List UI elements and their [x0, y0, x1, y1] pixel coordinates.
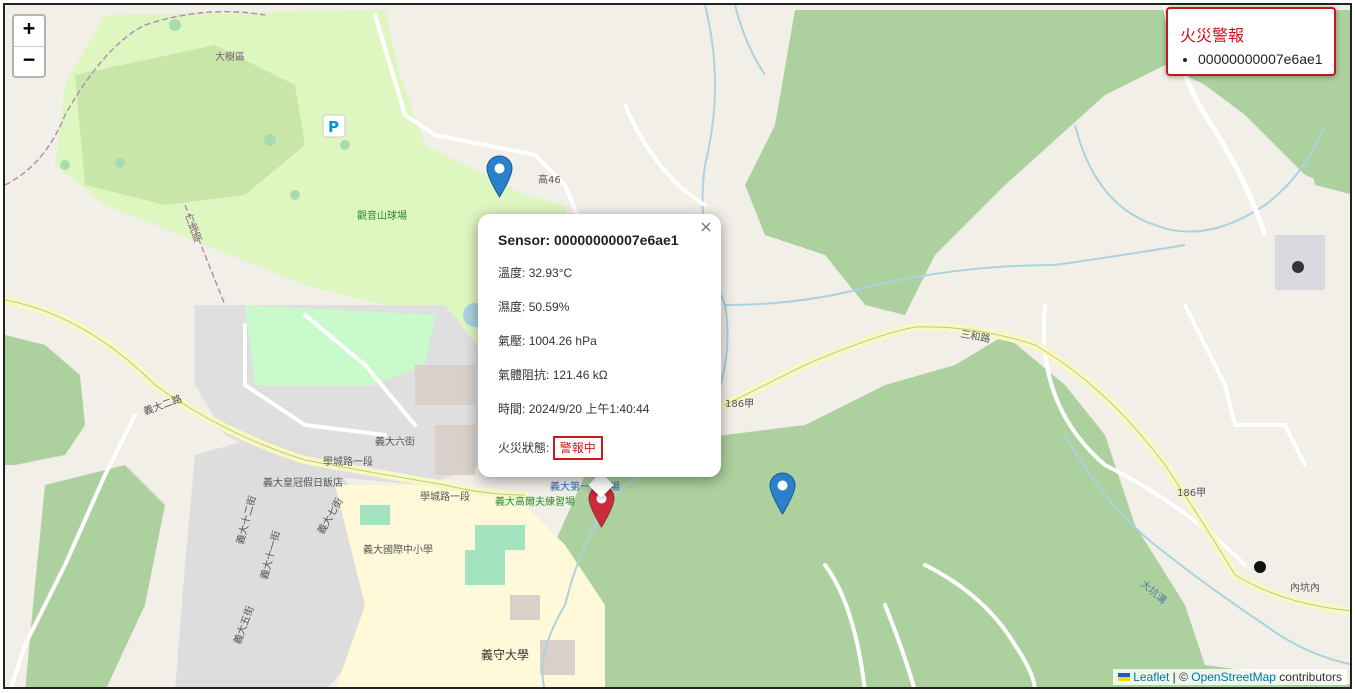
temperature-value: 32.93°C — [528, 266, 573, 280]
fire-status-row: 火災狀態: 警報中 — [498, 436, 701, 460]
time-label: 時間: — [498, 402, 526, 416]
sensor-popup: × Sensor: 00000000007e6ae1 溫度: 32.93°C 濕… — [478, 214, 721, 477]
fire-alert-title: 火災警報 — [1180, 28, 1245, 45]
attribution-contributors: contributors — [1275, 670, 1342, 684]
label-school: 義大國際中小學 — [363, 543, 433, 556]
gas-resistance-value: 121.46 kΩ — [552, 368, 608, 382]
fire-alert-panel: 火災警報 00000000007e6ae1 — [1166, 7, 1336, 76]
map-attribution: Leaflet | © OpenStreetMap contributors — [1112, 669, 1347, 685]
label-golf: 觀音山球場 — [357, 209, 407, 222]
pressure-row: 氣壓: 1004.26 hPa — [498, 334, 701, 348]
gas-resistance-label: 氣體阻抗: — [498, 368, 550, 382]
osm-link[interactable]: OpenStreetMap — [1191, 670, 1276, 684]
attribution-separator: | © — [1169, 670, 1192, 684]
popup-close-button[interactable]: × — [697, 217, 715, 236]
forest-area — [5, 335, 85, 465]
sensor-label: Sensor: — [498, 232, 551, 248]
gas-resistance-row: 氣體阻抗: 121.46 kΩ — [498, 368, 701, 382]
label-university: 義守大學 — [481, 647, 529, 662]
fire-alert-item[interactable]: 00000000007e6ae1 — [1198, 51, 1323, 67]
pressure-label: 氣壓: — [498, 334, 526, 348]
humidity-label: 濕度: — [498, 300, 526, 314]
parking-icon: P — [328, 118, 339, 136]
humidity-value: 50.59% — [528, 300, 570, 314]
label-golf-practice: 義大高爾夫練習場 — [495, 495, 575, 508]
fire-status-badge: 警報中 — [552, 436, 603, 460]
fire-status-label: 火災狀態: — [498, 441, 550, 455]
label-xuecheng: 學城路一段 — [323, 455, 373, 468]
label-dashu: 大樹區 — [215, 50, 245, 63]
sensor-marker-1[interactable] — [486, 155, 513, 198]
label-186a-2: 186甲 — [1177, 488, 1206, 499]
label-xuecheng-2: 學城路一段 — [420, 490, 470, 503]
time-value: 2024/9/20 上午1:40:44 — [528, 402, 650, 416]
time-row: 時間: 2024/9/20 上午1:40:44 — [498, 402, 701, 416]
temperature-row: 溫度: 32.93°C — [498, 266, 701, 280]
humidity-row: 濕度: 50.59% — [498, 300, 701, 314]
sensor-id: 00000000007e6ae1 — [554, 232, 679, 248]
sensor-marker-2[interactable] — [769, 472, 796, 515]
temple-icon — [1292, 261, 1304, 273]
zoom-in-button[interactable]: + — [14, 16, 44, 46]
pressure-value: 1004.26 hPa — [528, 334, 597, 348]
zoom-control: + − — [12, 14, 46, 78]
label-186a: 186甲 — [725, 399, 754, 410]
leaflet-link[interactable]: Leaflet — [1133, 670, 1169, 684]
ukraine-flag-icon — [1117, 673, 1130, 681]
label-hotel: 義大皇冠假日飯店 — [263, 476, 343, 489]
zoom-out-button[interactable]: − — [14, 46, 44, 76]
label-yida6: 義大六街 — [375, 435, 415, 448]
temperature-label: 溫度: — [498, 266, 526, 280]
taoist-temple-icon — [1254, 561, 1266, 573]
popup-sensor-title: Sensor: 00000000007e6ae1 — [498, 232, 701, 248]
fire-alert-list: 00000000007e6ae1 — [1180, 51, 1323, 67]
label-neikengnei: 內坑內 — [1290, 581, 1320, 594]
label-road-gao46: 高46 — [538, 173, 561, 186]
label-yida2: 義大二路 — [142, 392, 184, 418]
